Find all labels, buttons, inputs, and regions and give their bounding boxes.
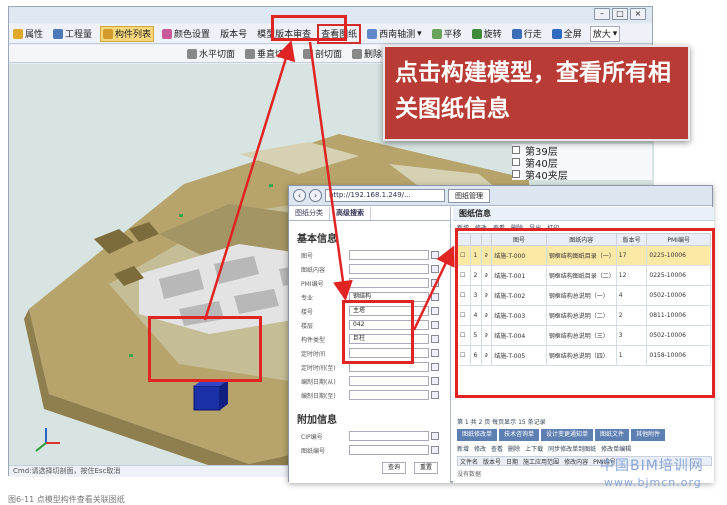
watermark-title: 中国BIM培训网 bbox=[600, 458, 704, 474]
arrow-fields-to-table bbox=[412, 245, 455, 331]
screenshot: – □ × 属性 工程量 构件列表 颜色设置 版本号 模型版本审查 查看图纸 西… bbox=[0, 0, 727, 505]
figure-caption: 图6-11 点模型构件查看关联图纸 bbox=[8, 495, 125, 504]
arrow-toolbar-to-fields bbox=[308, 41, 353, 301]
arrow-model-to-toolbar bbox=[203, 40, 296, 321]
watermark-url: www.bjmcn.org bbox=[604, 476, 702, 489]
annotation-arrows bbox=[203, 40, 455, 331]
